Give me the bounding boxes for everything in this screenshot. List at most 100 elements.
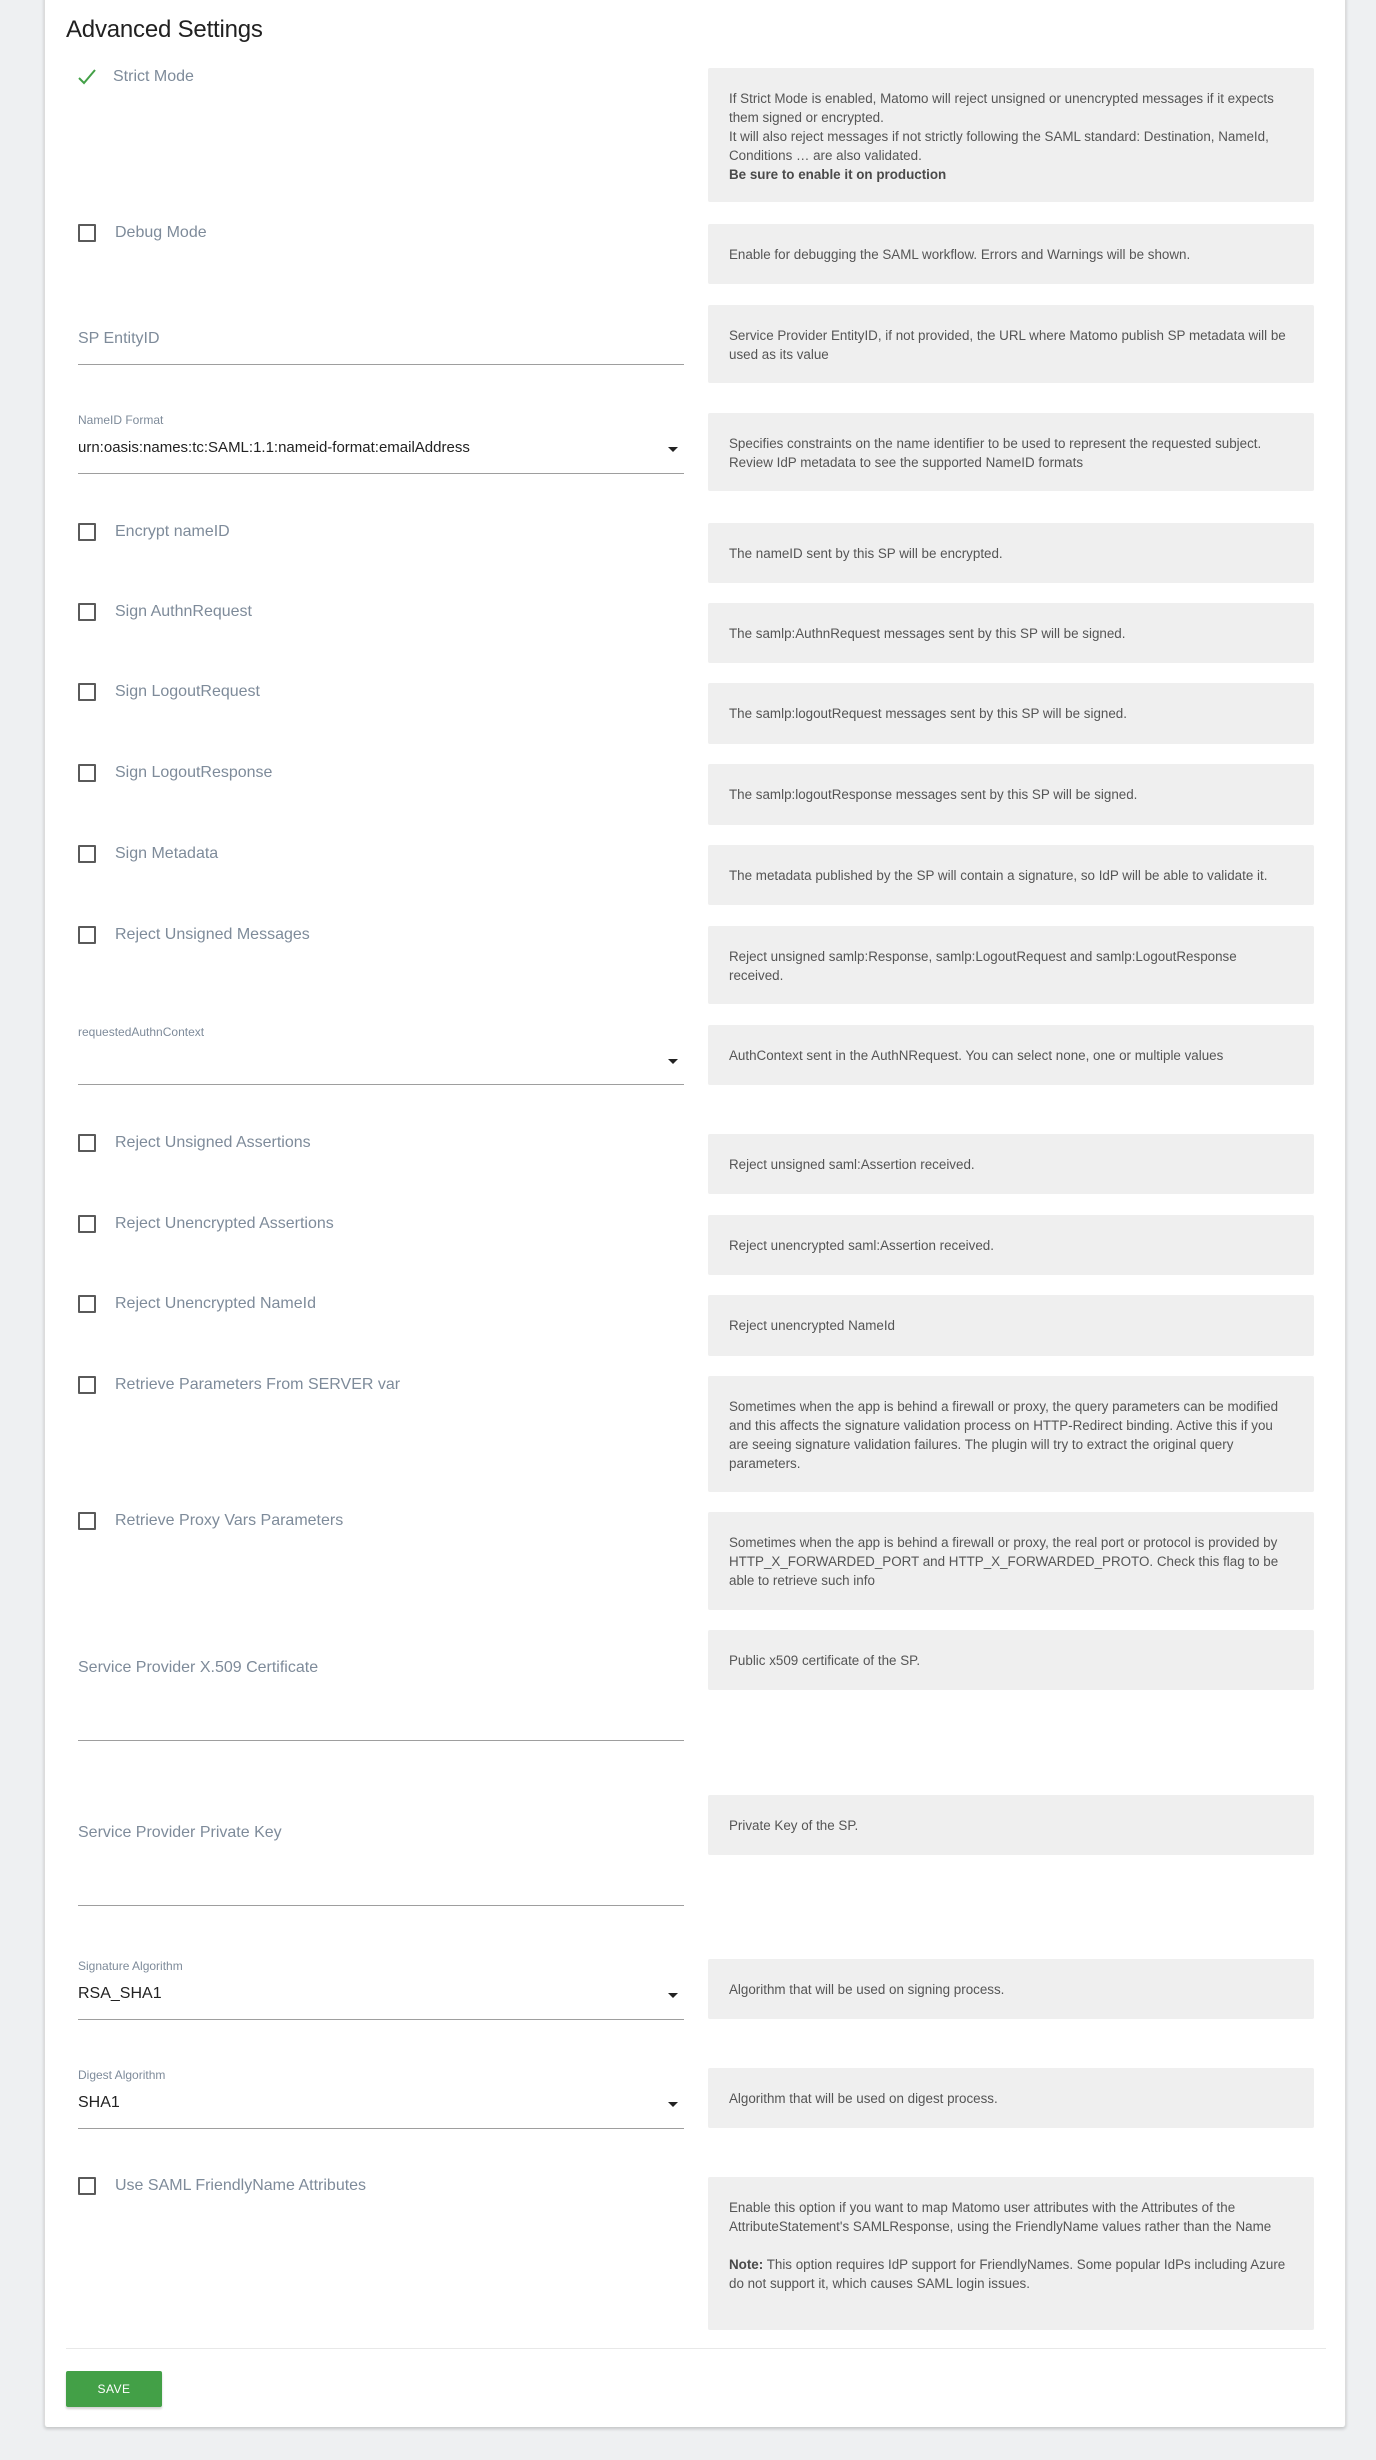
sign-logoutrequest-help: The samlp:logoutRequest messages sent by…	[708, 683, 1314, 744]
use-friendlyname-help: Enable this option if you want to map Ma…	[708, 2177, 1314, 2330]
checkbox-box	[78, 224, 96, 242]
input-underline	[78, 1905, 684, 1906]
checkbox-box	[78, 523, 96, 541]
reject-unsigned-messages-checkbox[interactable]: Reject Unsigned Messages	[78, 926, 310, 944]
digest-algorithm-value: SHA1	[78, 2094, 120, 2111]
input-underline	[78, 364, 684, 365]
input-underline	[78, 473, 684, 474]
checkbox-box	[78, 764, 96, 782]
sign-logoutrequest-label: Sign LogoutRequest	[115, 683, 260, 700]
help-text: Enable this option if you want to map Ma…	[729, 2200, 1272, 2234]
sign-metadata-help: The metadata published by the SP will co…	[708, 845, 1314, 905]
input-underline	[78, 2128, 684, 2129]
debug-mode-checkbox[interactable]: Debug Mode	[78, 224, 207, 242]
retrieve-proxy-vars-help: Sometimes when the app is behind a firew…	[708, 1512, 1314, 1610]
strict-mode-checkbox[interactable]: Strict Mode	[78, 68, 194, 86]
checkbox-box	[78, 845, 96, 863]
checkbox-box	[78, 926, 96, 944]
sign-authnrequest-help: The samlp:AuthnRequest messages sent by …	[708, 603, 1314, 663]
reject-unencrypted-nameid-label: Reject Unencrypted NameId	[115, 1295, 316, 1312]
use-friendlyname-checkbox[interactable]: Use SAML FriendlyName Attributes	[78, 2177, 366, 2195]
sign-logoutrequest-checkbox[interactable]: Sign LogoutRequest	[78, 683, 260, 701]
sp-private-key-textarea[interactable]: Service Provider Private Key	[78, 1795, 684, 1915]
strict-mode-help: If Strict Mode is enabled, Matomo will r…	[708, 68, 1314, 202]
footer-divider	[66, 2348, 1326, 2349]
reject-unsigned-messages-label: Reject Unsigned Messages	[115, 926, 310, 943]
signature-algorithm-label: Signature Algorithm	[78, 1959, 183, 1973]
checkmark-icon	[78, 69, 96, 85]
note-label: Note:	[729, 2257, 764, 2272]
retrieve-proxy-vars-checkbox[interactable]: Retrieve Proxy Vars Parameters	[78, 1512, 343, 1530]
retrieve-params-server-var-label: Retrieve Parameters From SERVER var	[115, 1376, 401, 1393]
dropdown-caret-icon	[668, 1993, 678, 1998]
advanced-settings-card: Advanced Settings Strict Mode If Strict …	[44, 0, 1346, 2427]
checkbox-box	[78, 1295, 96, 1313]
save-button[interactable]: SAVE	[66, 2371, 162, 2407]
signature-algorithm-value: RSA_SHA1	[78, 1985, 162, 2002]
reject-unencrypted-assertions-checkbox[interactable]: Reject Unencrypted Assertions	[78, 1215, 334, 1233]
digest-algorithm-help: Algorithm that will be used on digest pr…	[708, 2068, 1314, 2128]
sp-x509-cert-help: Public x509 certificate of the SP.	[708, 1630, 1314, 1690]
digest-algorithm-label: Digest Algorithm	[78, 2068, 166, 2082]
signature-algorithm-select[interactable]: Signature Algorithm RSA_SHA1	[78, 1959, 684, 2025]
checkbox-box	[78, 2177, 96, 2195]
reject-unencrypted-assertions-label: Reject Unencrypted Assertions	[115, 1215, 334, 1232]
input-underline	[78, 1084, 684, 1085]
nameid-format-help: Specifies constraints on the name identi…	[708, 413, 1314, 491]
note-text: This option requires IdP support for Fri…	[729, 2257, 1286, 2291]
requested-authn-context-label: requestedAuthnContext	[78, 1025, 205, 1039]
nameid-format-label: NameID Format	[78, 413, 164, 427]
requested-authn-context-help: AuthContext sent in the AuthNRequest. Yo…	[708, 1025, 1314, 1085]
encrypt-nameid-label: Encrypt nameID	[115, 523, 230, 540]
debug-mode-help: Enable for debugging the SAML workflow. …	[708, 224, 1314, 284]
sign-metadata-checkbox[interactable]: Sign Metadata	[78, 845, 218, 863]
checkbox-box	[78, 1134, 96, 1152]
digest-algorithm-select[interactable]: Digest Algorithm SHA1	[78, 2068, 684, 2134]
signature-algorithm-help: Algorithm that will be used on signing p…	[708, 1959, 1314, 2019]
sign-authnrequest-checkbox[interactable]: Sign AuthnRequest	[78, 603, 252, 621]
checkbox-box	[78, 603, 96, 621]
checkbox-box	[78, 1512, 96, 1530]
reject-unencrypted-assertions-help: Reject unencrypted saml:Assertion receiv…	[708, 1215, 1314, 1275]
help-line: If Strict Mode is enabled, Matomo will r…	[729, 91, 1274, 125]
reject-unencrypted-nameid-checkbox[interactable]: Reject Unencrypted NameId	[78, 1295, 316, 1313]
sign-logoutresponse-help: The samlp:logoutResponse messages sent b…	[708, 764, 1314, 825]
retrieve-params-server-var-help: Sometimes when the app is behind a firew…	[708, 1376, 1314, 1492]
encrypt-nameid-help: The nameID sent by this SP will be encry…	[708, 523, 1314, 583]
sp-private-key-help: Private Key of the SP.	[708, 1795, 1314, 1855]
nameid-format-select[interactable]: NameID Format urn:oasis:names:tc:SAML:1.…	[78, 413, 684, 483]
help-note: Note: This option requires IdP support f…	[729, 2255, 1293, 2293]
debug-mode-label: Debug Mode	[115, 224, 207, 241]
sp-x509-cert-label: Service Provider X.509 Certificate	[78, 1659, 319, 1676]
sign-logoutresponse-checkbox[interactable]: Sign LogoutResponse	[78, 764, 272, 782]
retrieve-proxy-vars-label: Retrieve Proxy Vars Parameters	[115, 1512, 344, 1529]
retrieve-params-server-var-checkbox[interactable]: Retrieve Parameters From SERVER var	[78, 1376, 400, 1394]
reject-unencrypted-nameid-help: Reject unencrypted NameId	[708, 1295, 1314, 1356]
reject-unsigned-assertions-checkbox[interactable]: Reject Unsigned Assertions	[78, 1134, 311, 1152]
section-title: Advanced Settings	[66, 16, 263, 43]
reject-unsigned-assertions-help: Reject unsigned saml:Assertion received.	[708, 1134, 1314, 1194]
dropdown-caret-icon	[668, 447, 678, 452]
sign-metadata-label: Sign Metadata	[115, 845, 219, 862]
use-friendlyname-label: Use SAML FriendlyName Attributes	[115, 2177, 367, 2194]
sp-x509-cert-textarea[interactable]: Service Provider X.509 Certificate	[78, 1630, 684, 1750]
sp-entity-id-input[interactable]: SP EntityID	[78, 305, 684, 375]
dropdown-caret-icon	[668, 1059, 678, 1064]
checkbox-box	[78, 1215, 96, 1233]
encrypt-nameid-checkbox[interactable]: Encrypt nameID	[78, 523, 230, 541]
input-underline	[78, 2019, 684, 2020]
strict-mode-label: Strict Mode	[113, 68, 194, 85]
requested-authn-context-select[interactable]: requestedAuthnContext	[78, 1025, 684, 1089]
sign-logoutresponse-label: Sign LogoutResponse	[115, 764, 273, 781]
reject-unsigned-assertions-label: Reject Unsigned Assertions	[115, 1134, 311, 1151]
checkbox-box	[78, 683, 96, 701]
sp-entity-id-help: Service Provider EntityID, if not provid…	[708, 305, 1314, 383]
nameid-format-value: urn:oasis:names:tc:SAML:1.1:nameid-forma…	[78, 439, 470, 456]
input-underline	[78, 1740, 684, 1741]
reject-unsigned-messages-help: Reject unsigned samlp:Response, samlp:Lo…	[708, 926, 1314, 1004]
dropdown-caret-icon	[668, 2102, 678, 2107]
sign-authnrequest-label: Sign AuthnRequest	[115, 603, 252, 620]
checkbox-box	[78, 1376, 96, 1394]
help-line: It will also reject messages if not stri…	[729, 129, 1269, 163]
sp-private-key-label: Service Provider Private Key	[78, 1824, 282, 1841]
